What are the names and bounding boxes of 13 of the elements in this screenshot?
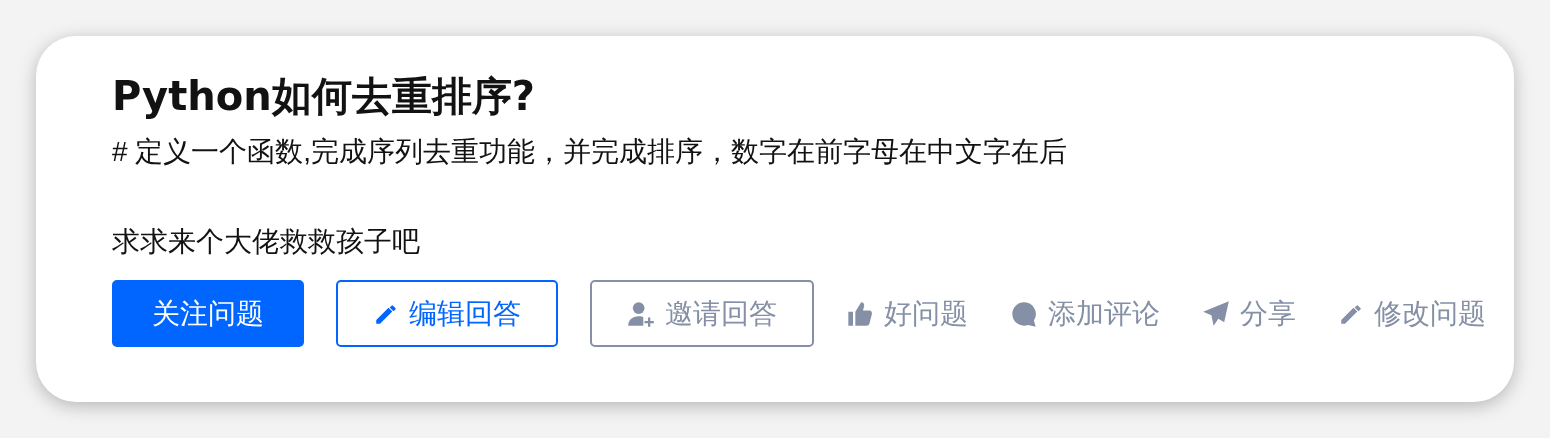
add-person-icon [627,299,655,328]
comment-button[interactable]: 添加评论 [1010,293,1160,334]
edit-button[interactable]: 编辑回答 [336,280,558,347]
good-question-button[interactable]: 好问题 [846,293,968,334]
paper-plane-icon [1202,299,1230,328]
edit-question-button[interactable]: 修改问题 [1338,293,1486,334]
invite-button[interactable]: 邀请回答 [590,280,814,347]
comment-icon [1010,299,1038,328]
question-text: 求求来个大佬救救孩子吧 [112,226,421,258]
question-text: # 定义一个函数,完成序列去重功能，并完成排序，数字在前字母在中文字在后 [112,136,1069,168]
share-button[interactable]: 分享 [1202,293,1296,334]
thumbs-up-icon [846,299,874,328]
follow-button[interactable]: 关注问题 [112,280,304,347]
